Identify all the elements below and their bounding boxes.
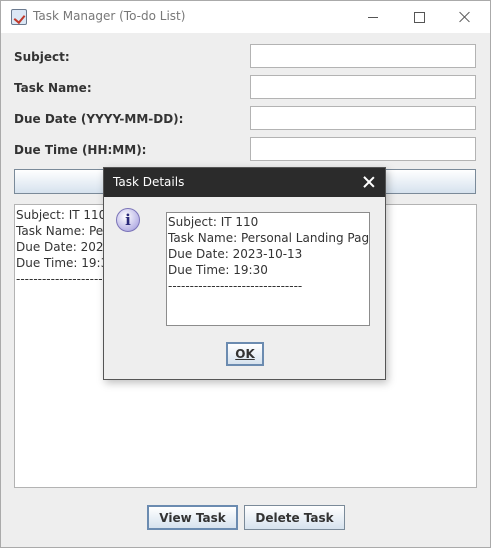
- subject-field[interactable]: [250, 44, 476, 68]
- maximize-icon: [413, 11, 425, 23]
- task-name-label: Task Name:: [14, 81, 92, 95]
- due-date-field[interactable]: [250, 106, 476, 130]
- task-details-dialog: Task Details i Subject: IT 110 Task Name…: [103, 167, 386, 380]
- ok-button[interactable]: OK: [226, 342, 264, 366]
- dialog-title: Task Details: [113, 175, 185, 189]
- minimize-icon: [368, 16, 378, 18]
- window-title: Task Manager (To-do List): [33, 9, 186, 23]
- maximize-button[interactable]: [396, 1, 442, 33]
- due-date-label: Due Date (YYYY-MM-DD):: [14, 112, 184, 126]
- due-time-field[interactable]: [250, 137, 476, 161]
- due-time-label: Due Time (HH:MM):: [14, 143, 147, 157]
- dialog-close-icon[interactable]: [361, 174, 377, 190]
- close-button[interactable]: [442, 1, 488, 33]
- dialog-title-bar[interactable]: Task Details: [104, 168, 385, 197]
- java-app-icon: [11, 9, 27, 25]
- task-details-text[interactable]: Subject: IT 110 Task Name: Personal Land…: [166, 212, 370, 326]
- minimize-button[interactable]: [350, 1, 396, 33]
- close-icon: [459, 11, 471, 23]
- title-bar[interactable]: Task Manager (To-do List): [1, 1, 490, 33]
- ok-button-label: OK: [235, 347, 255, 361]
- subject-label: Subject:: [14, 50, 70, 64]
- info-icon: i: [116, 208, 140, 232]
- view-task-button[interactable]: View Task: [147, 505, 238, 530]
- delete-task-button[interactable]: Delete Task: [244, 505, 345, 530]
- task-name-field[interactable]: [250, 75, 476, 99]
